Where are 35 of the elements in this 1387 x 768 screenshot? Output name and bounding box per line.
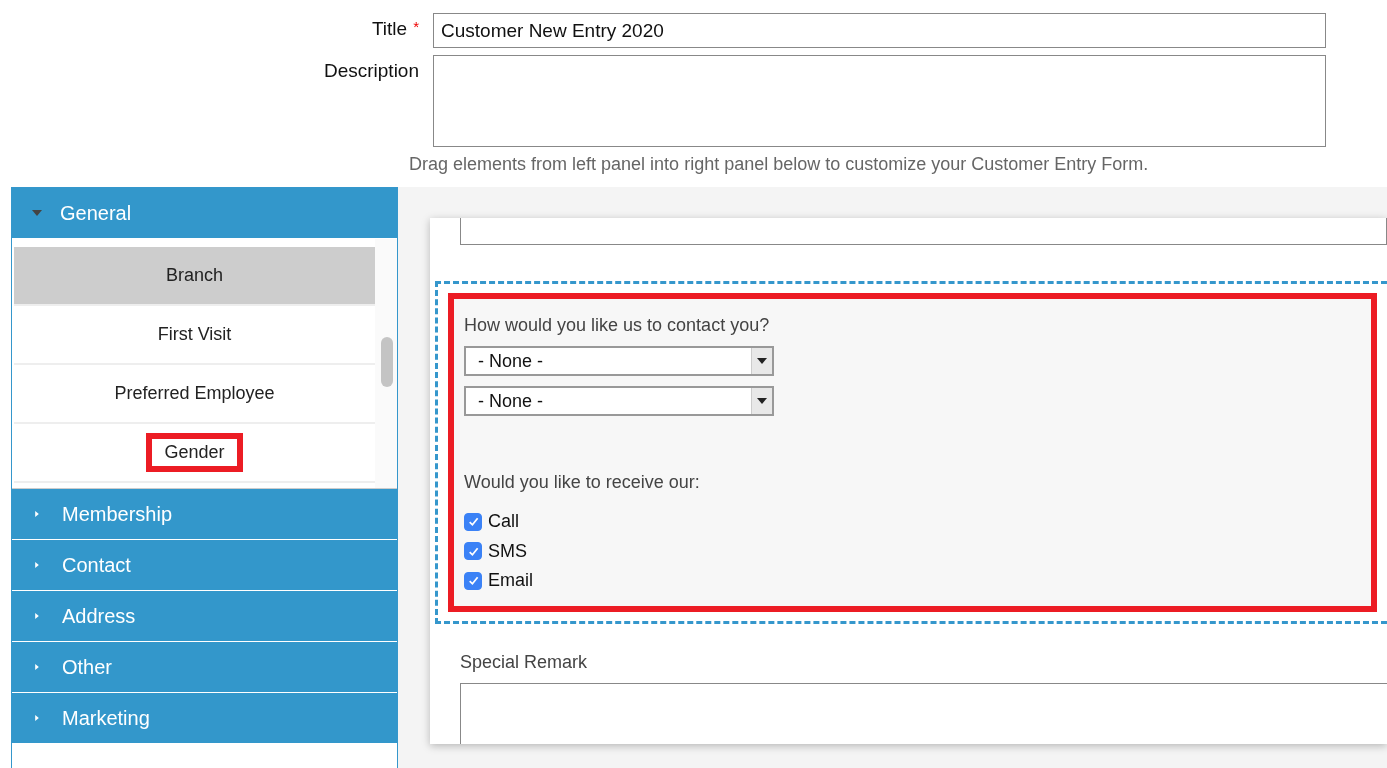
input-field[interactable] — [460, 218, 1387, 245]
caret-icon — [757, 398, 767, 404]
scrollbar-thumb[interactable] — [381, 337, 393, 387]
item-label: Gender — [146, 433, 243, 472]
checkbox[interactable] — [464, 512, 482, 531]
checkbox[interactable] — [464, 542, 482, 561]
question-label: Would you like to receive our: — [464, 472, 701, 493]
title-label: Title — [371, 18, 408, 39]
item-label: Branch — [165, 265, 223, 286]
checkbox-label: Call — [488, 511, 519, 533]
required-mark: * — [413, 18, 419, 35]
caret-icon — [32, 208, 42, 218]
checkbox-label: Email — [488, 570, 533, 592]
checkbox[interactable] — [464, 571, 482, 590]
hint-text: Drag elements from left panel into right panel below to customize your Customer Entry Form. — [409, 154, 1150, 175]
remark-input[interactable] — [460, 682, 1387, 744]
checkbox-label: SMS — [488, 540, 527, 562]
caret-icon — [34, 662, 40, 672]
caret-icon — [34, 611, 40, 621]
check-icon — [466, 515, 480, 529]
field-label: Special Remark — [460, 651, 589, 673]
palette-item[interactable]: Branch — [14, 247, 375, 306]
caret-icon — [34, 509, 40, 519]
caret-icon — [757, 358, 767, 364]
item-label: First Visit — [157, 324, 232, 345]
item-label: Preferred Employee — [114, 383, 275, 404]
description-label: Description — [323, 60, 419, 81]
check-icon — [466, 574, 480, 588]
description-input[interactable] — [433, 55, 1326, 147]
select-dropdown[interactable]: - None - — [464, 346, 774, 376]
title-input[interactable]: Customer New Entry 2020 — [433, 13, 1326, 48]
caret-icon — [34, 713, 40, 723]
question-label: How would you like us to contact you? — [464, 315, 771, 336]
select-dropdown[interactable]: - None - — [464, 386, 774, 416]
caret-icon — [34, 560, 40, 570]
